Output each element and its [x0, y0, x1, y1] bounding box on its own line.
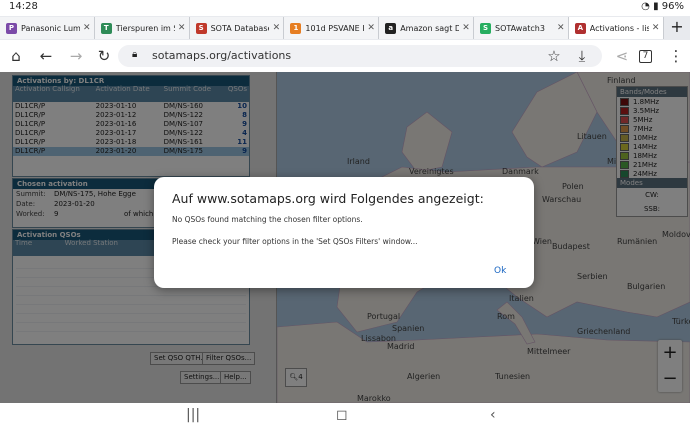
tab-favicon-icon: S — [195, 22, 207, 34]
close-tab-icon[interactable]: ✕ — [649, 23, 663, 33]
dialog-message: No QSOs found matching the chosen filter… — [172, 215, 363, 224]
tab-title: Tierspuren im S — [115, 23, 175, 33]
wifi-icon: ◔ — [641, 1, 650, 12]
back-nav-icon[interactable]: ‹ — [490, 407, 496, 423]
tab-title: Panasonic Lum — [21, 23, 80, 33]
browser-tab[interactable]: 1 101d PSVANE I ✕ — [284, 17, 380, 39]
tab-title: Activations - lis — [589, 23, 649, 33]
new-tab-button[interactable]: + — [664, 16, 690, 40]
tab-title: SOTAwatch3 — [495, 23, 545, 33]
ok-button[interactable]: Ok — [494, 266, 506, 276]
reload-icon[interactable]: ↻ — [94, 46, 114, 66]
bookmark-star-icon[interactable]: ☆ — [544, 46, 564, 66]
browser-toolbar: ⌂ ← → ↻ 🔒︎ sotamaps.org/activations ☆ ⤓ … — [0, 40, 690, 73]
tab-favicon-icon: a — [385, 22, 397, 34]
home-icon[interactable]: ⌂ — [6, 46, 26, 66]
tab-title: SOTA Database — [210, 23, 270, 33]
url-text: sotamaps.org/activations — [152, 49, 292, 62]
close-tab-icon[interactable]: ✕ — [175, 23, 189, 33]
download-icon[interactable]: ⤓ — [572, 46, 592, 66]
browser-tab[interactable]: a Amazon sagt D ✕ — [379, 17, 474, 39]
clock: 14:28 — [9, 1, 38, 12]
share-icon[interactable]: ⋖ — [612, 46, 632, 66]
browser-tab[interactable]: S SOTAwatch3 ✕ — [474, 17, 569, 39]
browser-tab[interactable]: T Tierspuren im S ✕ — [94, 17, 190, 39]
browser-tab[interactable]: P Panasonic Lum ✕ — [0, 17, 95, 39]
recent-apps-icon[interactable]: ||| — [186, 407, 200, 423]
tab-title: 101d PSVANE I — [305, 23, 365, 33]
status-indicators: ◔ ▮ 96% — [641, 1, 684, 12]
close-tab-icon[interactable]: ✕ — [364, 23, 378, 33]
tab-strip: P Panasonic Lum ✕ T Tierspuren im S ✕ S SOTA Da… — [0, 16, 690, 40]
menu-icon[interactable]: ⋮ — [666, 46, 686, 66]
tab-favicon-icon: S — [480, 22, 491, 34]
dialog-hint: Please check your filter options in the … — [172, 237, 418, 246]
alert-dialog: Auf www.sotamaps.org wird Folgendes ange… — [154, 177, 534, 288]
tab-favicon-icon: 1 — [290, 22, 302, 34]
android-nav-bar: ||| ◻ ‹ — [0, 403, 690, 431]
tab-favicon-icon: P — [6, 22, 17, 34]
close-tab-icon[interactable]: ✕ — [269, 23, 283, 33]
tab-title: Amazon sagt D — [400, 23, 459, 33]
home-nav-icon[interactable]: ◻ — [336, 407, 348, 423]
forward-icon[interactable]: → — [66, 46, 86, 66]
tab-count-button[interactable]: 7 — [639, 50, 652, 63]
address-bar[interactable]: 🔒︎ sotamaps.org/activations — [118, 45, 602, 67]
close-tab-icon[interactable]: ✕ — [80, 23, 94, 33]
lock-icon[interactable]: 🔒︎ — [132, 49, 137, 60]
close-tab-icon[interactable]: ✕ — [554, 23, 568, 33]
battery-icon: ▮ — [653, 1, 659, 12]
browser-tab[interactable]: A Activations - lis ✕ — [568, 17, 664, 39]
close-tab-icon[interactable]: ✕ — [459, 23, 473, 33]
tab-favicon-icon: T — [100, 22, 112, 34]
status-bar: 14:28 ◔ ▮ 96% — [0, 0, 690, 16]
back-icon[interactable]: ← — [36, 46, 56, 66]
dialog-title: Auf www.sotamaps.org wird Folgendes ange… — [172, 191, 484, 206]
tab-favicon-icon: A — [574, 22, 586, 34]
battery-level: 96% — [661, 1, 684, 12]
browser-tab[interactable]: S SOTA Database ✕ — [189, 17, 285, 39]
